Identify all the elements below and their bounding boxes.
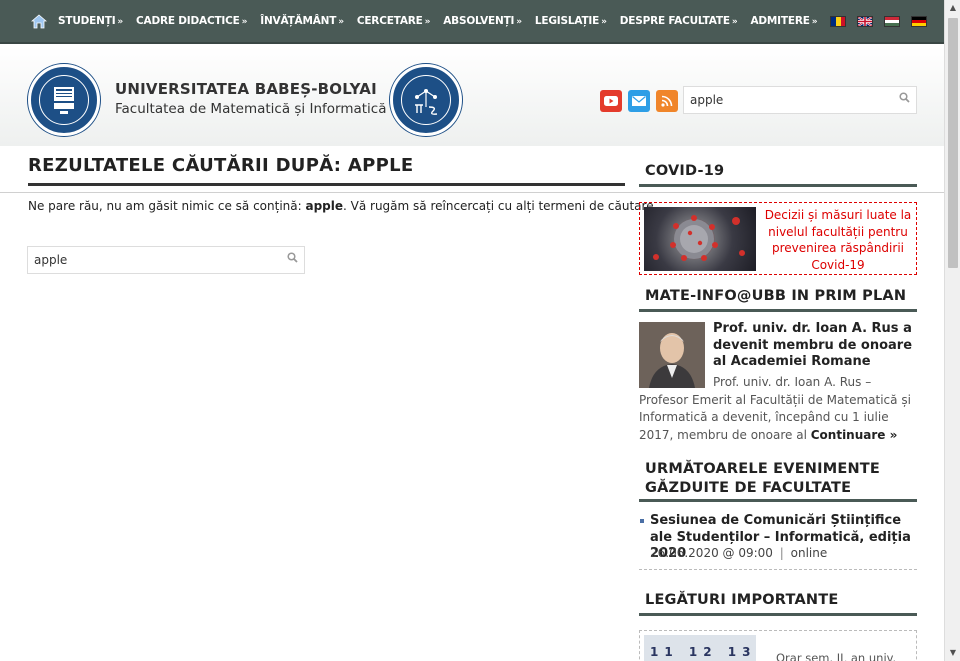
event-meta: 26.06.2020 @ 09:00 | online: [650, 546, 828, 560]
university-seal-logo[interactable]: [28, 64, 100, 136]
main-search-input[interactable]: apple: [27, 246, 305, 274]
coronavirus-image: [644, 207, 756, 271]
nav-item-invatamant[interactable]: ÎNVĂȚĂMÂNT»: [260, 15, 344, 27]
nav-item-studenti[interactable]: STUDENȚI»: [58, 15, 123, 27]
news-excerpt: Prof. univ. dr. Ioan A. Rus – Profesor E…: [639, 375, 911, 442]
hungary-flag-icon[interactable]: [884, 15, 901, 27]
event-divider: [639, 569, 917, 570]
calendar-image: 11 12 13 14 15: [644, 635, 756, 661]
title-underline: [28, 183, 625, 186]
germany-flag-icon[interactable]: [911, 15, 928, 27]
continue-link[interactable]: Continuare »: [811, 428, 898, 442]
scroll-down-arrow-icon[interactable]: ▼: [945, 645, 960, 661]
search-icon[interactable]: [287, 247, 298, 273]
uk-flag-icon[interactable]: [857, 15, 874, 27]
important-link-card[interactable]: 11 12 13 14 15 Orar sem. II, an univ.: [639, 630, 917, 661]
header-search-input[interactable]: apple: [683, 86, 917, 114]
youtube-icon[interactable]: [600, 90, 622, 112]
scrollbar-thumb[interactable]: [948, 18, 958, 268]
event-location: online: [790, 546, 828, 560]
university-name: UNIVERSITATEA BABEȘ-BOLYAI: [115, 80, 377, 98]
events-heading: URMĂTOARELE EVENIMENTE GĂZDUITE DE FACUL…: [645, 461, 881, 496]
faculty-seal-logo[interactable]: [390, 64, 462, 136]
search-icon[interactable]: [899, 87, 910, 113]
mail-icon[interactable]: [628, 90, 650, 112]
site-header: UNIVERSITATEA BABEȘ-BOLYAI Facultatea de…: [0, 46, 944, 146]
nav-item-cercetare[interactable]: CERCETARE»: [357, 15, 431, 27]
covid-heading-underline: [639, 184, 917, 187]
top-navigation: STUDENȚI» CADRE DIDACTICE» ÎNVĂȚĂMÂNT» C…: [0, 0, 944, 44]
home-icon[interactable]: [30, 12, 48, 30]
events-heading-underline: [639, 499, 917, 502]
event-date: 26.06.2020 @ 09:00: [650, 546, 773, 560]
nav-item-admitere[interactable]: ADMITERE»: [750, 15, 817, 27]
search-term: apple: [305, 199, 344, 213]
page-title: REZULTATELE CĂUTĂRII DUPĂ: APPLE: [28, 155, 414, 176]
covid-banner[interactable]: Decizii și măsuri luate la nivelul facul…: [639, 202, 917, 275]
nav-item-despre-facultate[interactable]: DESPRE FACULTATE»: [620, 15, 738, 27]
scroll-up-arrow-icon[interactable]: ▲: [945, 0, 960, 16]
news-title-link[interactable]: Prof. univ. dr. Ioan A. Rus a devenit me…: [713, 321, 918, 371]
links-heading-underline: [639, 613, 917, 616]
news-heading-underline: [639, 309, 917, 312]
rss-icon[interactable]: [656, 90, 678, 112]
schedule-link[interactable]: Orar sem. II, an univ.: [776, 651, 896, 661]
links-heading: LEGĂTURI IMPORTANTE: [645, 592, 839, 608]
romania-flag-icon[interactable]: [830, 15, 847, 27]
page: STUDENȚI» CADRE DIDACTICE» ÎNVĂȚĂMÂNT» C…: [0, 0, 944, 661]
nav-item-cadre-didactice[interactable]: CADRE DIDACTICE»: [136, 15, 247, 27]
news-heading: MATE-INFO@UBB IN PRIM PLAN: [645, 288, 907, 304]
divider: [0, 192, 944, 193]
covid-heading: COVID-19: [645, 163, 725, 179]
nav-item-absolventi[interactable]: ABSOLVENȚI»: [443, 15, 522, 27]
event-bullet: [640, 519, 644, 523]
covid-link[interactable]: Decizii și măsuri luate la nivelul facul…: [764, 207, 912, 273]
faculty-name: Facultatea de Matematică și Informatică: [115, 101, 387, 117]
vertical-scrollbar[interactable]: ▲ ▼: [944, 0, 960, 661]
nav-item-legislatie[interactable]: LEGISLAȚIE»: [535, 15, 607, 27]
no-results-message: Ne pare rău, nu am găsit nimic ce să con…: [28, 199, 658, 213]
